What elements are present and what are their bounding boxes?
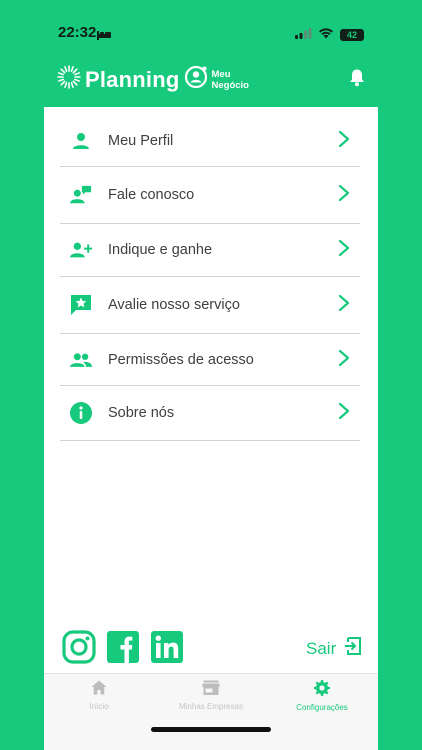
menu-item-label: Meu Perfil [108,133,174,149]
chevron-right-icon [338,294,350,317]
logout-label: Sair [306,638,337,658]
chevron-right-icon [338,239,350,262]
linkedin-icon[interactable] [150,630,184,664]
menu-item-label: Indique e ganhe [108,242,213,258]
status-bar: 22:32 42 [0,0,422,58]
status-indicators: 42 [295,26,364,44]
logout-button[interactable]: Sair [306,637,362,660]
brand-subtitle: Meu Negócio [212,69,249,91]
social-links [62,630,184,664]
menu-item-label: Avalie nosso serviço [108,297,240,313]
divider [60,166,360,167]
info-icon [70,402,92,424]
menu-item-contact[interactable]: Fale conosco [60,168,360,222]
nav-item-settings[interactable]: Configurações [267,680,377,712]
signal-icon [295,26,312,44]
chevron-right-icon [338,349,350,372]
menu-item-rate[interactable]: Avalie nosso serviço [60,278,360,332]
nav-label: Configurações [296,703,348,712]
user-circle-icon [184,65,208,94]
menu-item-about[interactable]: Sobre nós [60,386,360,440]
nav-item-companies[interactable]: Minhas Empresas [156,680,266,711]
home-indicator [151,727,271,732]
app-header: Planning Meu Negócio [0,58,422,106]
brand-name: Planning [85,66,180,92]
nav-label: Início [89,702,109,711]
battery-indicator: 42 [340,29,364,41]
instagram-icon[interactable] [62,630,96,664]
divider [60,440,360,441]
menu-item-label: Sobre nós [108,405,175,421]
chevron-right-icon [338,184,350,207]
group-icon [70,349,92,371]
store-icon [202,680,220,699]
person-add-icon [70,239,92,261]
menu-item-permissions[interactable]: Permissões de acesso [60,333,360,387]
bed-icon [97,27,111,45]
brand-subtitle-line1: Meu [211,68,231,80]
home-icon [91,680,107,699]
logout-icon [344,637,362,660]
bottom-nav: Início Minhas Empresas Configurações [44,673,378,750]
status-time: 22:32 [58,24,97,41]
divider [60,276,360,277]
chevron-right-icon [338,130,350,153]
person-icon [70,130,92,152]
menu-item-label: Permissões de acesso [108,352,254,368]
gear-icon [314,680,330,700]
menu-item-refer[interactable]: Indique e ganhe [60,223,360,277]
star-chat-icon [70,294,92,316]
brand-logo: Planning Meu Negócio [56,64,249,95]
wifi-icon [318,26,334,44]
person-chat-icon [70,184,92,206]
brand-subtitle-line2: Negócio [211,79,249,91]
nav-label: Minhas Empresas [178,702,244,711]
nav-item-home[interactable]: Início [44,680,154,711]
chevron-right-icon [338,402,350,425]
sunburst-icon [56,64,82,95]
battery-level: 42 [346,30,357,40]
bell-icon[interactable] [348,68,366,92]
menu-item-profile[interactable]: Meu Perfil [60,114,360,168]
facebook-icon[interactable] [106,630,140,664]
menu-item-label: Fale conosco [108,187,195,203]
